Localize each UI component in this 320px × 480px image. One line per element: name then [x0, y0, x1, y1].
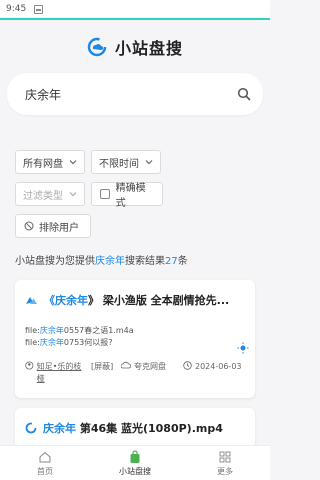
bottom-tab-bar: 首页 小站盘搜 更多: [0, 445, 270, 480]
type-filter-label: 过滤类型: [23, 190, 63, 202]
ban-icon: [24, 221, 34, 231]
result-middle: 搜索结果: [125, 256, 165, 267]
result-count: 27: [165, 256, 178, 267]
title-bracket: 《: [44, 294, 55, 307]
file-name: 0557春之语1.m4a: [63, 326, 134, 335]
block-tag[interactable]: [屏蔽]: [91, 361, 113, 373]
title-keyword: 庆余年: [55, 294, 88, 307]
sun-icon: [237, 342, 249, 354]
status-bar: 9:45: [0, 0, 270, 18]
user-icon: [25, 361, 34, 370]
result-summary: 小站盘搜为您提供庆余年搜索结果27条: [15, 252, 188, 267]
clock-icon: [183, 361, 192, 370]
meta-tag[interactable]: [屏蔽]: [91, 361, 117, 373]
page-title: 小站盘搜: [114, 39, 183, 58]
title-rest: 第46集 蓝光(1080P).mp4: [76, 422, 223, 435]
cloud-icon: [26, 296, 37, 304]
result-suffix: 条: [177, 256, 188, 267]
search-icon[interactable]: [237, 87, 251, 101]
tab-more[interactable]: 更多: [180, 446, 270, 480]
meta-date: 2024-06-03: [183, 361, 243, 373]
notification-icon: [34, 4, 44, 14]
title-rest: 》 梁小渔版 全本剧情抢先...: [88, 294, 230, 307]
tab-label: 小站盘搜: [119, 466, 151, 476]
date-label: 2024-06-03: [195, 362, 242, 371]
title-keyword: 庆余年: [43, 422, 76, 435]
grid-icon: [219, 451, 231, 462]
exclude-users-button[interactable]: 排除用户: [15, 214, 91, 238]
filter-panel: 所有网盘 不限时间 过滤类型 精确模式 排除用户: [15, 150, 260, 246]
time-filter-label: 不限时间: [99, 158, 139, 170]
user-name[interactable]: 知足•乐的枝桠: [37, 361, 87, 385]
home-icon: [39, 451, 51, 462]
result-title[interactable]: 庆余年 第46集 蓝光(1080P).mp4: [15, 408, 255, 436]
file-keyword: 庆余年: [39, 326, 64, 335]
tab-label: 更多: [217, 466, 233, 476]
exact-mode-checkbox[interactable]: 精确模式: [91, 182, 163, 209]
file-prefix: file:: [25, 326, 40, 335]
cloud-drive-icon: [121, 361, 131, 369]
tab-home[interactable]: 首页: [0, 446, 90, 480]
file-name: 0753何以报?: [63, 338, 113, 347]
file-prefix: file:: [25, 338, 40, 347]
tab-label: 首页: [37, 466, 53, 476]
meta-user[interactable]: 知足•乐的枝桠: [25, 361, 87, 385]
chevron-down-icon: [69, 160, 77, 165]
drive-name: 夸克网盘: [134, 362, 166, 371]
result-card[interactable]: 《庆余年》 梁小渔版 全本剧情抢先... file:庆余年0557春之语1.m4…: [15, 280, 255, 398]
drive-filter-dropdown[interactable]: 所有网盘: [15, 150, 85, 174]
file-line: file:庆余年0753何以报?: [15, 337, 255, 349]
file-line: file:庆余年0557春之语1.m4a: [15, 325, 255, 337]
status-time: 9:45: [6, 4, 27, 14]
bag-icon: [130, 449, 140, 463]
type-filter-dropdown[interactable]: 过滤类型: [15, 182, 85, 206]
tab-search[interactable]: 小站盘搜: [90, 446, 180, 480]
result-prefix: 小站盘搜为您提供: [15, 256, 95, 267]
exact-mode-label: 精确模式: [115, 183, 146, 209]
chevron-down-icon: [145, 160, 153, 165]
chevron-down-icon: [69, 192, 77, 197]
drive-logo-icon: [25, 422, 37, 434]
app-header: 小站盘搜: [0, 30, 270, 64]
meta-drive: 夸克网盘: [121, 361, 179, 373]
drive-filter-label: 所有网盘: [23, 158, 63, 170]
result-keyword: 庆余年: [95, 256, 125, 267]
accent-bar: [0, 18, 270, 20]
result-meta: 知足•乐的枝桠 [屏蔽] 夸克网盘 2024-06-03: [15, 349, 255, 385]
cloud-logo-icon: [87, 37, 107, 57]
result-title[interactable]: 《庆余年》 梁小渔版 全本剧情抢先...: [15, 280, 255, 308]
result-card[interactable]: 庆余年 第46集 蓝光(1080P).mp4: [15, 408, 255, 448]
search-bar[interactable]: [7, 73, 263, 115]
exclude-users-label: 排除用户: [39, 222, 79, 234]
time-filter-dropdown[interactable]: 不限时间: [91, 150, 161, 174]
file-keyword: 庆余年: [39, 338, 64, 347]
checkbox-icon: [100, 189, 110, 199]
search-input[interactable]: [25, 87, 237, 101]
